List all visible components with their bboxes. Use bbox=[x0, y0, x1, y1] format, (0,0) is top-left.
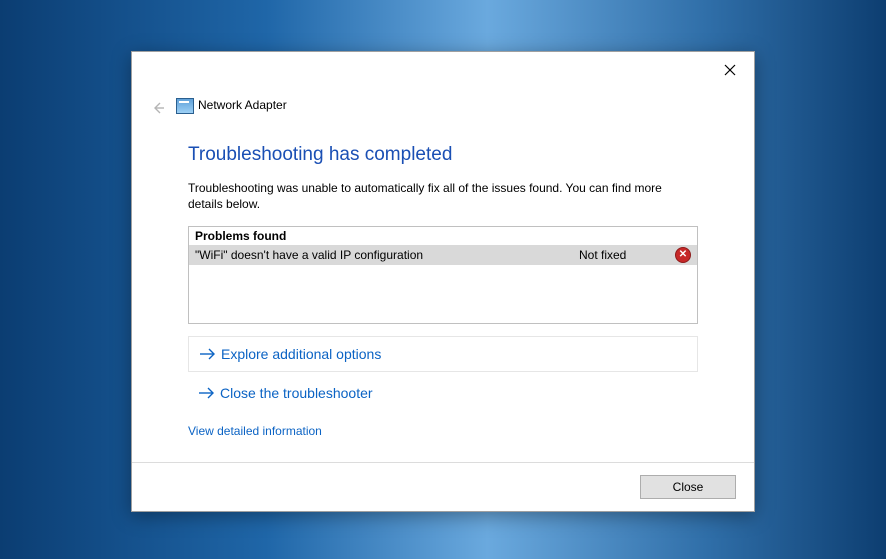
arrow-right-icon bbox=[198, 386, 220, 400]
close-troubleshooter-label: Close the troubleshooter bbox=[220, 385, 373, 401]
troubleshooter-dialog: Network Adapter Troubleshooting has comp… bbox=[131, 51, 755, 512]
problems-header: Problems found bbox=[189, 227, 697, 245]
explore-label: Explore additional options bbox=[221, 346, 381, 362]
close-button[interactable]: Close bbox=[640, 475, 736, 499]
close-icon[interactable] bbox=[716, 60, 744, 80]
problem-description: "WiFi" doesn't have a valid IP configura… bbox=[195, 248, 579, 262]
problem-status: Not fixed bbox=[579, 248, 669, 262]
explore-additional-options[interactable]: Explore additional options bbox=[188, 336, 698, 372]
back-arrow-icon bbox=[150, 100, 166, 119]
network-adapter-icon bbox=[176, 98, 194, 114]
close-troubleshooter[interactable]: Close the troubleshooter bbox=[188, 376, 698, 410]
content-area: Troubleshooting has completed Troublesho… bbox=[188, 144, 698, 453]
titlebar bbox=[132, 52, 754, 86]
problems-found-box: Problems found "WiFi" doesn't have a val… bbox=[188, 226, 698, 324]
page-heading: Troubleshooting has completed bbox=[188, 144, 698, 166]
window-title: Network Adapter bbox=[198, 98, 287, 112]
problem-row[interactable]: "WiFi" doesn't have a valid IP configura… bbox=[189, 245, 697, 265]
error-icon: ✕ bbox=[669, 247, 691, 263]
view-detailed-link[interactable]: View detailed information bbox=[188, 424, 322, 438]
arrow-right-icon bbox=[199, 347, 221, 361]
page-description: Troubleshooting was unable to automatica… bbox=[188, 180, 698, 212]
dialog-footer: Close bbox=[132, 462, 754, 511]
